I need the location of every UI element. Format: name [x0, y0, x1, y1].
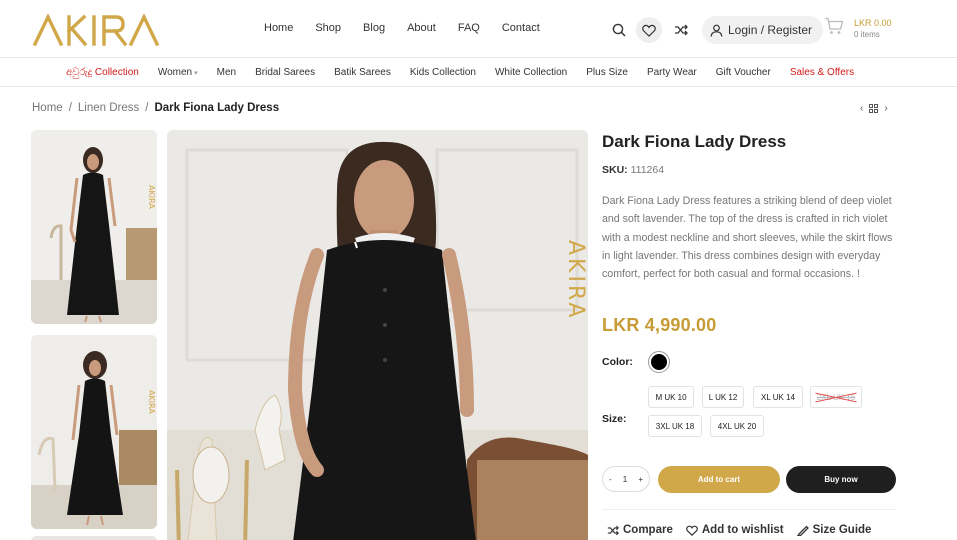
category-batik-sarees[interactable]: Batik Sarees	[334, 67, 391, 78]
shuffle-icon[interactable]	[668, 17, 694, 43]
category-men[interactable]: Men	[217, 67, 236, 78]
heart-icon	[685, 525, 698, 536]
product-navigation: ‹ ›	[860, 103, 888, 114]
add-to-wishlist-link[interactable]: Add to wishlist	[685, 524, 784, 536]
compare-label: Compare	[623, 524, 673, 536]
product-actions: Compare Add to wishlist Size Guide	[607, 524, 884, 536]
category-white-collection[interactable]: White Collection	[495, 67, 567, 78]
main-navigation: Home Shop Blog About FAQ Contact	[264, 22, 562, 34]
color-swatch-black[interactable]	[648, 351, 670, 373]
shuffle-icon	[607, 525, 619, 535]
category-plus-size[interactable]: Plus Size	[586, 67, 628, 78]
product-main-image[interactable]: AKIRA	[167, 130, 588, 540]
size-guide-link[interactable]: Size Guide	[796, 524, 872, 536]
header-actions: Login / Register	[606, 16, 824, 44]
category-navigation: අවුරුදු Collection Women ▾ Men Bridal Sar…	[66, 67, 873, 78]
mini-cart[interactable]: LKR 0.00 0 items	[824, 17, 892, 41]
akira-logo-mark	[32, 13, 160, 47]
size-option-l[interactable]: L UK 12	[702, 386, 744, 408]
compare-link[interactable]: Compare	[607, 524, 673, 536]
breadcrumb-separator: /	[68, 102, 72, 114]
category-kids-collection[interactable]: Kids Collection	[410, 67, 476, 78]
heart-icon[interactable]	[636, 17, 662, 43]
svg-text:AKIRA: AKIRA	[147, 185, 156, 209]
login-label: Login / Register	[728, 23, 813, 37]
category-avurudu-collection[interactable]: අවුරුදු Collection	[66, 67, 139, 78]
sku-value: 111264	[630, 164, 665, 176]
nav-about[interactable]: About	[407, 22, 436, 34]
nav-faq[interactable]: FAQ	[458, 22, 480, 34]
nav-contact[interactable]: Contact	[502, 22, 540, 34]
quantity-value[interactable]: 1	[623, 475, 627, 484]
quantity-increase-button[interactable]: +	[638, 475, 643, 484]
svg-text:AKIRA: AKIRA	[147, 390, 156, 414]
quantity-decrease-button[interactable]: -	[609, 475, 612, 484]
product-price: LKR 4,990.00	[602, 315, 717, 335]
product-description: Dark Fiona Lady Dress features a strikin…	[602, 195, 893, 281]
category-sales-offers[interactable]: Sales & Offers	[790, 67, 854, 78]
akira-logo[interactable]	[32, 13, 162, 47]
product-thumbnail-2[interactable]: AKIRA	[31, 335, 157, 529]
chevron-down-icon: ▾	[194, 70, 198, 77]
category-party-wear[interactable]: Party Wear	[647, 67, 697, 78]
size-option-2xl-unavailable[interactable]: 2XL UK 16	[810, 386, 862, 408]
cart-icon	[825, 17, 844, 34]
product-title: Dark Fiona Lady Dress	[602, 132, 787, 151]
nav-home[interactable]: Home	[264, 22, 293, 34]
category-bridal-sarees[interactable]: Bridal Sarees	[255, 67, 315, 78]
size-option-m[interactable]: M UK 10	[648, 386, 694, 408]
color-label: Color:	[602, 356, 633, 368]
user-icon	[710, 24, 723, 37]
sku-label: SKU:	[602, 164, 628, 176]
add-to-cart-button[interactable]: Add to cart	[658, 466, 780, 493]
breadcrumb-separator: /	[145, 102, 149, 114]
next-product-icon[interactable]: ›	[884, 103, 887, 114]
quantity-stepper: - 1 +	[602, 466, 650, 492]
size-option-xl[interactable]: XL UK 14	[753, 386, 803, 408]
size-label: Size:	[602, 413, 627, 425]
breadcrumb-current: Dark Fiona Lady Dress	[154, 102, 280, 114]
category-gift-voucher[interactable]: Gift Voucher	[716, 67, 771, 78]
divider	[602, 509, 896, 510]
breadcrumb: Home / Linen Dress / Dark Fiona Lady Dre…	[32, 102, 285, 114]
watermark-logo: AKIRA	[563, 240, 588, 320]
wishlist-label: Add to wishlist	[701, 524, 784, 536]
previous-product-icon[interactable]: ‹	[860, 103, 863, 114]
grid-icon[interactable]	[869, 104, 879, 113]
size-option-3xl[interactable]: 3XL UK 18	[648, 415, 702, 437]
search-icon[interactable]	[606, 17, 632, 43]
category-women-label: Women	[157, 67, 193, 78]
size-option-4xl[interactable]: 4XL UK 20	[710, 415, 764, 437]
category-women[interactable]: Women ▾	[158, 67, 198, 78]
cart-amount: LKR 0.00	[854, 18, 892, 28]
size-guide-label: Size Guide	[812, 524, 872, 536]
breadcrumb-home[interactable]: Home	[32, 102, 63, 114]
site-header: Home Shop Blog About FAQ Contact Login /…	[0, 0, 957, 58]
ruler-pencil-icon	[796, 525, 809, 536]
product-thumbnail-3[interactable]	[31, 536, 157, 540]
nav-shop[interactable]: Shop	[315, 22, 341, 34]
product-sku: SKU: 111264	[602, 164, 664, 176]
nav-blog[interactable]: Blog	[363, 22, 385, 34]
buy-now-button[interactable]: Buy now	[786, 466, 896, 493]
swatch-fill	[651, 354, 667, 370]
login-register-button[interactable]: Login / Register	[702, 16, 824, 44]
cart-item-count: 0 items	[854, 30, 880, 39]
breadcrumb-category[interactable]: Linen Dress	[78, 102, 139, 114]
product-thumbnail-1[interactable]: AKIRA	[31, 130, 157, 324]
category-bar: අවුරුදු Collection Women ▾ Men Bridal Sar…	[0, 58, 957, 87]
